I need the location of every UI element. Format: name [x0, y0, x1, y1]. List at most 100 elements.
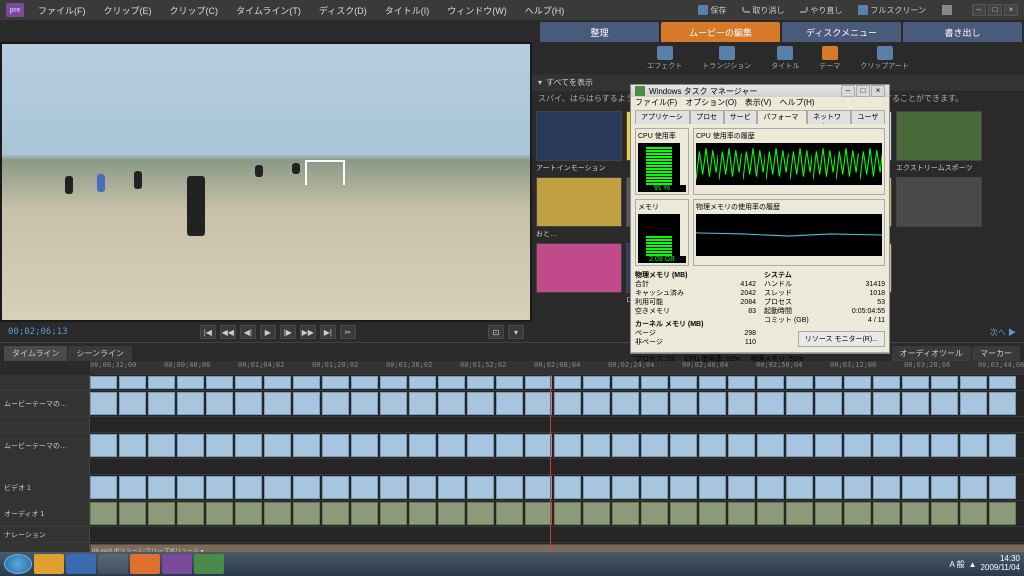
- tool-transitions[interactable]: トランジション: [702, 46, 751, 71]
- clip[interactable]: [206, 502, 233, 525]
- clip[interactable]: [525, 502, 552, 525]
- clip[interactable]: [554, 476, 581, 499]
- clip[interactable]: [641, 376, 668, 389]
- clip[interactable]: [380, 392, 407, 415]
- clip[interactable]: [409, 476, 436, 499]
- clip[interactable]: [351, 392, 378, 415]
- clip[interactable]: [583, 376, 610, 389]
- clip[interactable]: [554, 434, 581, 457]
- clip[interactable]: [554, 392, 581, 415]
- clip[interactable]: [438, 376, 465, 389]
- clip[interactable]: [467, 376, 494, 389]
- effect-item[interactable]: エクストリームスポーツ: [896, 111, 982, 173]
- clip[interactable]: [90, 476, 117, 499]
- clip[interactable]: [612, 376, 639, 389]
- clip[interactable]: [728, 376, 755, 389]
- clip[interactable]: [90, 376, 117, 389]
- clip[interactable]: [293, 476, 320, 499]
- clip[interactable]: [583, 476, 610, 499]
- clip[interactable]: [409, 392, 436, 415]
- clip[interactable]: [235, 502, 262, 525]
- clip[interactable]: [177, 476, 204, 499]
- clip[interactable]: [409, 502, 436, 525]
- track-content[interactable]: [90, 417, 1024, 432]
- clip[interactable]: [264, 392, 291, 415]
- clip[interactable]: [989, 376, 1016, 389]
- clip[interactable]: [235, 392, 262, 415]
- save-button[interactable]: 保存: [694, 3, 730, 18]
- clip[interactable]: [670, 476, 697, 499]
- clip[interactable]: [844, 476, 871, 499]
- settings-button[interactable]: ▾: [508, 325, 524, 339]
- clip[interactable]: [873, 392, 900, 415]
- taskbar-item[interactable]: [34, 554, 64, 574]
- clip[interactable]: [699, 434, 726, 457]
- clip[interactable]: [873, 476, 900, 499]
- effect-item[interactable]: [536, 243, 622, 305]
- clip[interactable]: [438, 434, 465, 457]
- effect-item[interactable]: おと…: [536, 177, 622, 239]
- tab-sceneline[interactable]: シーンライン: [68, 346, 132, 361]
- clip[interactable]: [844, 392, 871, 415]
- next-frame-button[interactable]: |▶: [280, 325, 296, 339]
- menu-disc[interactable]: ディスク(D): [315, 2, 371, 19]
- menu-file[interactable]: ファイル(F): [34, 2, 90, 19]
- clip[interactable]: [525, 434, 552, 457]
- clip[interactable]: [815, 476, 842, 499]
- end-button[interactable]: ▶|: [320, 325, 336, 339]
- resource-monitor-button[interactable]: リソース モニター(R)...: [798, 331, 885, 347]
- track-content[interactable]: [90, 475, 1024, 500]
- clip[interactable]: [90, 502, 117, 525]
- taskbar-item[interactable]: [130, 554, 160, 574]
- clip[interactable]: [612, 476, 639, 499]
- clip[interactable]: [438, 502, 465, 525]
- clip[interactable]: [322, 502, 349, 525]
- clip[interactable]: [177, 392, 204, 415]
- track-header[interactable]: [0, 459, 90, 474]
- clip[interactable]: [960, 434, 987, 457]
- timecode[interactable]: 00;02;06;13: [8, 327, 68, 337]
- track-content[interactable]: [90, 459, 1024, 474]
- tm-menu-options[interactable]: オプション(O): [685, 97, 737, 108]
- clip[interactable]: [902, 476, 929, 499]
- clip[interactable]: [641, 434, 668, 457]
- clip[interactable]: [467, 502, 494, 525]
- clip[interactable]: [409, 434, 436, 457]
- clip[interactable]: [496, 434, 523, 457]
- clip[interactable]: [148, 476, 175, 499]
- tab-edit-movie[interactable]: ムービーの編集: [661, 22, 780, 42]
- menu-title[interactable]: タイトル(I): [381, 2, 434, 19]
- clip[interactable]: [380, 434, 407, 457]
- clip[interactable]: [757, 392, 784, 415]
- task-manager-window[interactable]: Windows タスク マネージャー – □ × ファイル(F) オプション(O…: [630, 84, 890, 354]
- clip[interactable]: [554, 502, 581, 525]
- clip[interactable]: [641, 392, 668, 415]
- clip[interactable]: [873, 502, 900, 525]
- clip[interactable]: [612, 434, 639, 457]
- clip[interactable]: [380, 376, 407, 389]
- clip[interactable]: [177, 502, 204, 525]
- clip[interactable]: [496, 376, 523, 389]
- clip[interactable]: [554, 376, 581, 389]
- zoom-fit-button[interactable]: ⊡: [488, 325, 504, 339]
- soundtrack-clip[interactable]: 08.mp3 ボリューム:クリップボリューム ▾: [90, 544, 1024, 552]
- track-header[interactable]: ナレーション: [0, 527, 90, 542]
- undo-button[interactable]: 取り消し: [738, 3, 788, 18]
- clip[interactable]: [235, 376, 262, 389]
- clip[interactable]: [641, 502, 668, 525]
- tool-effects[interactable]: エフェクト: [647, 46, 682, 71]
- clip[interactable]: [264, 476, 291, 499]
- rewind-button[interactable]: |◀: [200, 325, 216, 339]
- step-back-button[interactable]: ◀◀: [220, 325, 236, 339]
- clip[interactable]: [931, 502, 958, 525]
- tm-tab-network[interactable]: ネットワーク: [807, 110, 851, 124]
- taskbar-item[interactable]: [162, 554, 192, 574]
- tray-icon[interactable]: ▲: [969, 560, 977, 569]
- track-content[interactable]: [90, 375, 1024, 390]
- clip[interactable]: [989, 476, 1016, 499]
- tab-markers[interactable]: マーカー: [972, 346, 1020, 361]
- clip[interactable]: [670, 392, 697, 415]
- clip[interactable]: [206, 434, 233, 457]
- taskman-maximize[interactable]: □: [856, 85, 870, 97]
- clip[interactable]: [786, 502, 813, 525]
